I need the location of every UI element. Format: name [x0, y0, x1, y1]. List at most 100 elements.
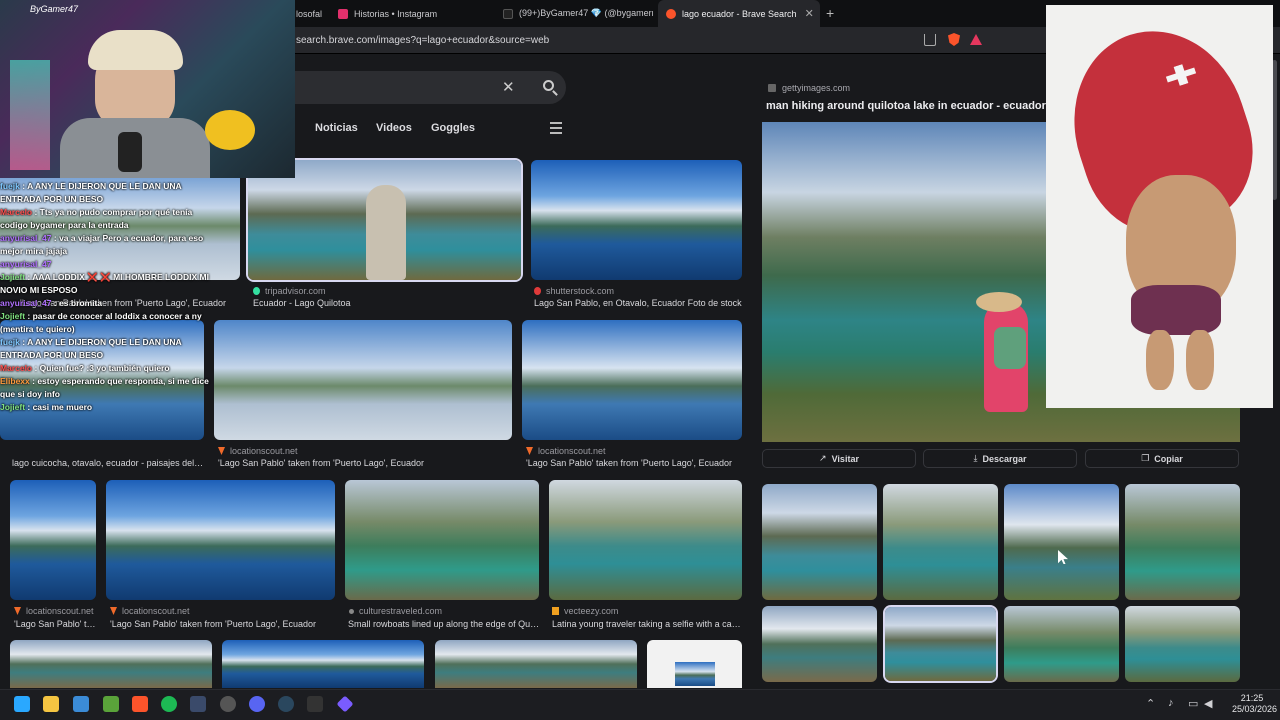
tab-brave-search[interactable]: lago ecuador - Brave Search ✕ — [658, 0, 820, 27]
left-leg — [1146, 330, 1174, 390]
discord-icon[interactable] — [249, 696, 265, 712]
result-image[interactable] — [345, 480, 539, 600]
result-caption[interactable]: 'Lago San Pablo' taken from 'Puerto Lago… — [218, 458, 510, 468]
result-image[interactable] — [647, 640, 742, 688]
streamer-hair — [88, 30, 183, 70]
chat-message: Elibexx : estoy esperando que responda, … — [0, 375, 215, 401]
result-image[interactable] — [214, 320, 512, 440]
microphone-tray-icon[interactable]: ♪ — [1168, 697, 1174, 709]
chat-text: : Quien fue? :3 yo también quiero — [32, 363, 170, 373]
result-source: locationscout.net — [110, 606, 190, 616]
source-label: locationscout.net — [538, 446, 606, 456]
result-image[interactable] — [222, 640, 424, 688]
related-image[interactable] — [762, 606, 877, 682]
app-icon[interactable] — [190, 696, 206, 712]
related-image[interactable] — [762, 484, 877, 600]
result-image[interactable] — [531, 160, 742, 280]
preview-title[interactable]: man hiking around quilotoa lake in ecuad… — [766, 100, 1051, 112]
result-caption[interactable]: lago cuicocha, otavalo, ecuador - paisaj… — [12, 458, 204, 468]
download-icon: ⤓ — [973, 453, 978, 463]
brave-taskbar-icon[interactable] — [132, 696, 148, 712]
result-image[interactable] — [10, 480, 96, 600]
result-image[interactable] — [435, 640, 637, 688]
chat-message: anyurisal_47 : es bromita — [0, 297, 215, 310]
hat — [976, 292, 1022, 312]
related-image[interactable] — [1125, 484, 1240, 600]
source-label: locationscout.net — [26, 606, 94, 616]
result-caption[interactable]: Ecuador - Lago Quilotoa — [253, 298, 518, 308]
minecraft-icon[interactable] — [103, 696, 119, 712]
preview-source: gettyimages.com — [768, 83, 850, 93]
spotify-icon[interactable] — [161, 696, 177, 712]
result-caption[interactable]: 'Lago San Pablo' taken from 'Puerto Lago… — [526, 458, 742, 468]
file-explorer-icon[interactable] — [43, 696, 59, 712]
result-caption[interactable]: 'Lago San Pablo' ta... — [14, 619, 98, 629]
chat-message: fuejk : A ANY LE DIJERON QUE LE DAN UNA … — [0, 336, 215, 362]
streamer-webcam: ByGamer47 — [0, 0, 295, 178]
epic-games-icon[interactable] — [307, 696, 323, 712]
chat-user: fuejk — [0, 337, 20, 347]
chat-user: Elibexx — [0, 376, 30, 386]
backpack — [994, 327, 1026, 369]
result-image[interactable] — [106, 480, 335, 600]
search-icon[interactable] — [543, 80, 554, 91]
tab-noticias[interactable]: Noticias — [315, 122, 358, 134]
search-input[interactable] — [290, 71, 566, 104]
photos-icon[interactable] — [73, 696, 89, 712]
new-tab-button[interactable]: + — [826, 5, 834, 21]
share-icon[interactable] — [924, 34, 936, 46]
brave-rewards-icon[interactable] — [970, 34, 982, 45]
url-field[interactable]: search.brave.com/images?q=lago+ecuador&s… — [296, 35, 549, 46]
result-image[interactable] — [10, 640, 212, 688]
close-tab-icon[interactable]: ✕ — [797, 7, 820, 20]
related-image[interactable] — [1004, 606, 1119, 682]
network-icon[interactable]: ▭ — [1188, 697, 1198, 710]
result-caption[interactable]: Lago San Pablo, en Otavalo, Ecuador Foto… — [534, 298, 742, 308]
result-caption[interactable]: Small rowboats lined up along the edge o… — [348, 619, 540, 629]
related-image-selected[interactable] — [885, 607, 996, 681]
chopper-sticker-overlay — [1046, 5, 1273, 408]
tray-chevron-icon[interactable]: ⌃ — [1146, 697, 1155, 710]
chat-user: Jojieft — [0, 272, 26, 282]
download-button[interactable]: ⤓ Descargar — [923, 449, 1077, 468]
result-source: culturestraveled.com — [349, 606, 442, 616]
result-image[interactable] — [549, 480, 742, 600]
purple-shorts — [1131, 285, 1221, 335]
clock[interactable]: 21:25 25/03/2026 — [1232, 693, 1277, 715]
chat-message: Jojieft : pasar de conocer al loddix a c… — [0, 310, 215, 336]
clear-search-icon[interactable]: ✕ — [502, 78, 515, 96]
steam-icon[interactable] — [278, 696, 294, 712]
tab-label: (99+)ByGamer47 💎 (@bygamerr47) — [519, 8, 653, 18]
right-leg — [1186, 330, 1214, 390]
volume-icon[interactable]: ◀ — [1204, 697, 1212, 710]
result-source: locationscout.net — [218, 446, 298, 456]
source-label: shutterstock.com — [546, 286, 615, 296]
related-image[interactable] — [1004, 484, 1119, 600]
chat-message: Jojieft : casi me muero — [0, 401, 215, 414]
streamer-name: ByGamer47 — [30, 4, 79, 14]
chat-user: fuejk — [0, 181, 20, 191]
copy-button[interactable]: ❐ Copiar — [1085, 449, 1239, 468]
tab-tiktok[interactable]: (99+)ByGamer47 💎 (@bygamerr47) — [503, 0, 653, 27]
tab-goggles[interactable]: Goggles — [431, 122, 475, 134]
source-label: tripadvisor.com — [265, 286, 326, 296]
windows-start-icon[interactable] — [14, 696, 30, 712]
related-image[interactable] — [1125, 606, 1240, 682]
result-source: vecteezy.com — [552, 606, 618, 616]
tab-label: Historias • Instagram — [354, 8, 438, 19]
related-image[interactable] — [883, 484, 998, 600]
result-caption[interactable]: Latina young traveler taking a selfie wi… — [552, 619, 742, 629]
tab-instagram[interactable]: Historias • Instagram — [338, 0, 488, 27]
filter-icon[interactable] — [550, 122, 562, 134]
obs-icon[interactable] — [220, 696, 236, 712]
result-image-selected[interactable] — [248, 160, 521, 280]
tab-videos[interactable]: Videos — [376, 122, 412, 134]
result-caption[interactable]: 'Lago San Pablo' taken from 'Puerto Lago… — [110, 619, 335, 629]
tab-1[interactable]: losofal — [296, 0, 330, 27]
stream-chat: fuejk : A ANY LE DIJERON QUE LE DAN UNA … — [0, 180, 215, 414]
preview-source-label: gettyimages.com — [782, 83, 851, 93]
chat-message: fuejk : A ANY LE DIJERON QUE LE DAN UNA … — [0, 180, 215, 206]
result-image[interactable] — [522, 320, 742, 440]
visit-button[interactable]: ↗ Visitar — [762, 449, 916, 468]
chat-user: Marcelo — [0, 207, 33, 217]
